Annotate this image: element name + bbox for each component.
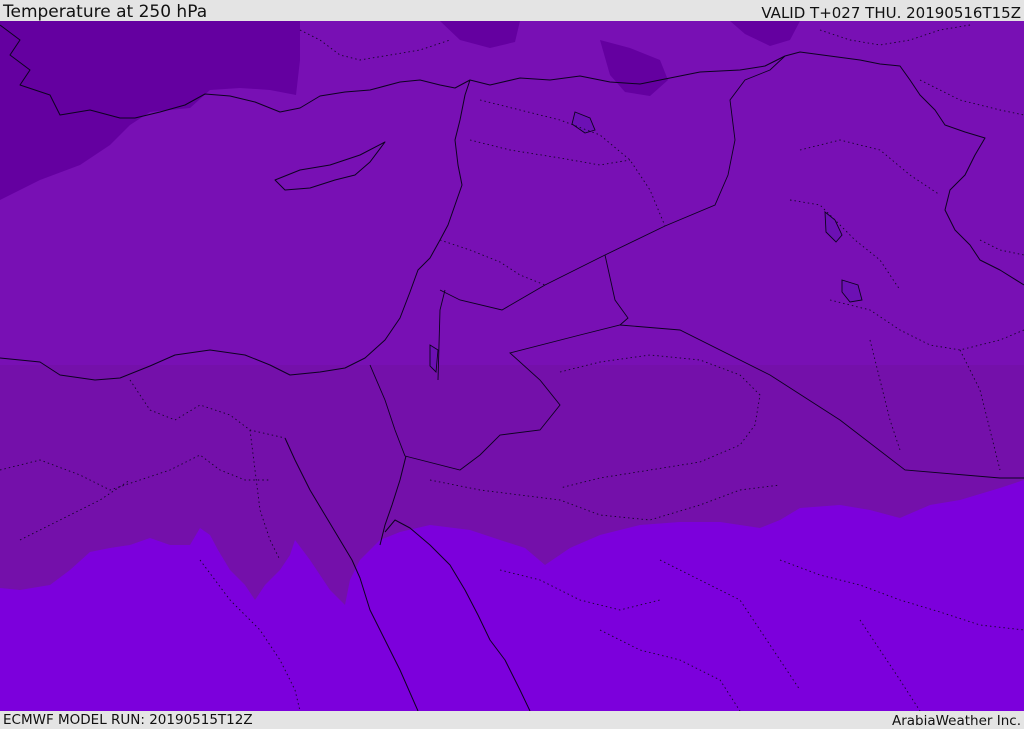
map-panel[interactable] [0,21,1024,711]
header-bar: Temperature at 250 hPa VALID T+027 THU. … [0,0,1024,21]
credit-label: ArabiaWeather Inc. [891,713,1021,729]
map-title: Temperature at 250 hPa [3,2,208,22]
model-run-label: ECMWF MODEL RUN: 20190515T12Z [3,712,253,728]
valid-time-label: VALID T+027 THU. 20190516T15Z [761,4,1021,22]
temperature-map[interactable] [0,21,1024,711]
footer-bar: ECMWF MODEL RUN: 20190515T12Z ArabiaWeat… [0,711,1024,729]
